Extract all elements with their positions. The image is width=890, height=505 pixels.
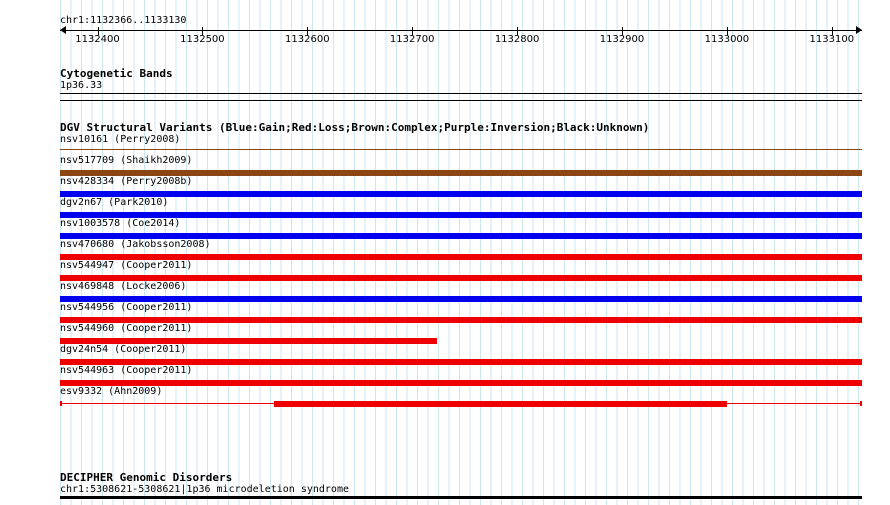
dgv-variant-bar[interactable] [274,401,727,407]
dgv-variant-label[interactable]: nsv544960 (Cooper2011) [60,324,192,334]
dgv-variant-label[interactable]: nsv469848 (Locke2006) [60,282,186,292]
dgv-variant-label[interactable]: dgv24n54 (Cooper2011) [60,345,186,355]
ruler-tick-label: 1132400 [75,34,120,45]
dgv-variant-label[interactable]: nsv470680 (Jakobsson2008) [60,240,211,250]
dgv-variant-label[interactable]: nsv544963 (Cooper2011) [60,366,192,376]
dgv-variant-endcap [860,401,862,406]
ruler-tick-label: 1132500 [180,34,225,45]
ruler-right-arrow-icon [856,26,862,34]
cytogenetic-bands-title[interactable]: Cytogenetic Bands [60,68,173,79]
dgv-variant-bar[interactable] [60,191,862,197]
decipher-item-label[interactable]: chr1:5308621-5308621|1p36 microdeletion … [60,485,349,495]
dgv-variant-label[interactable]: nsv428334 (Perry2008b) [60,177,192,187]
ruler-tick-label: 1132800 [494,34,540,45]
dgv-variant-label[interactable]: nsv517709 (Shaikh2009) [60,156,192,166]
ruler-tick-label: 1133000 [704,34,750,45]
dgv-variant-label[interactable]: nsv1003578 (Coe2014) [60,219,180,229]
dgv-variant-label[interactable]: nsv544956 (Cooper2011) [60,303,192,313]
ruler-axis [60,30,862,31]
location-label: chr1:1132366..1133130 [60,15,187,26]
dgv-variant-label[interactable]: dgv2n67 (Park2010) [60,198,168,208]
dgv-variant-label[interactable]: nsv10161 (Perry2008) [60,135,180,145]
cytoband-label[interactable]: 1p36.33 [60,81,102,91]
ruler-left-arrow-icon [60,26,66,34]
dgv-variant-label[interactable]: esv9332 (Ahn2009) [60,387,162,397]
cytoband-bar[interactable] [60,93,862,94]
decipher-item-bar[interactable] [60,496,862,499]
dgv-variant-bar[interactable] [60,149,862,150]
dgv-variant-bar[interactable] [60,380,862,386]
cytoband-divider [60,100,862,101]
ruler-tick-label: 1132600 [285,34,330,45]
dgv-variant-bar[interactable] [60,212,862,218]
dgv-variant-label[interactable]: nsv544947 (Cooper2011) [60,261,192,271]
ruler-tick-label: 1132900 [599,34,645,45]
ruler-tick-label: 1133100 [809,34,855,45]
ruler-tick-label: 1132700 [389,34,435,45]
dgv-track-title[interactable]: DGV Structural Variants (Blue:Gain;Red:L… [60,122,649,133]
decipher-track-title[interactable]: DECIPHER Genomic Disorders [60,472,232,483]
dgv-variant-endcap [60,401,62,406]
